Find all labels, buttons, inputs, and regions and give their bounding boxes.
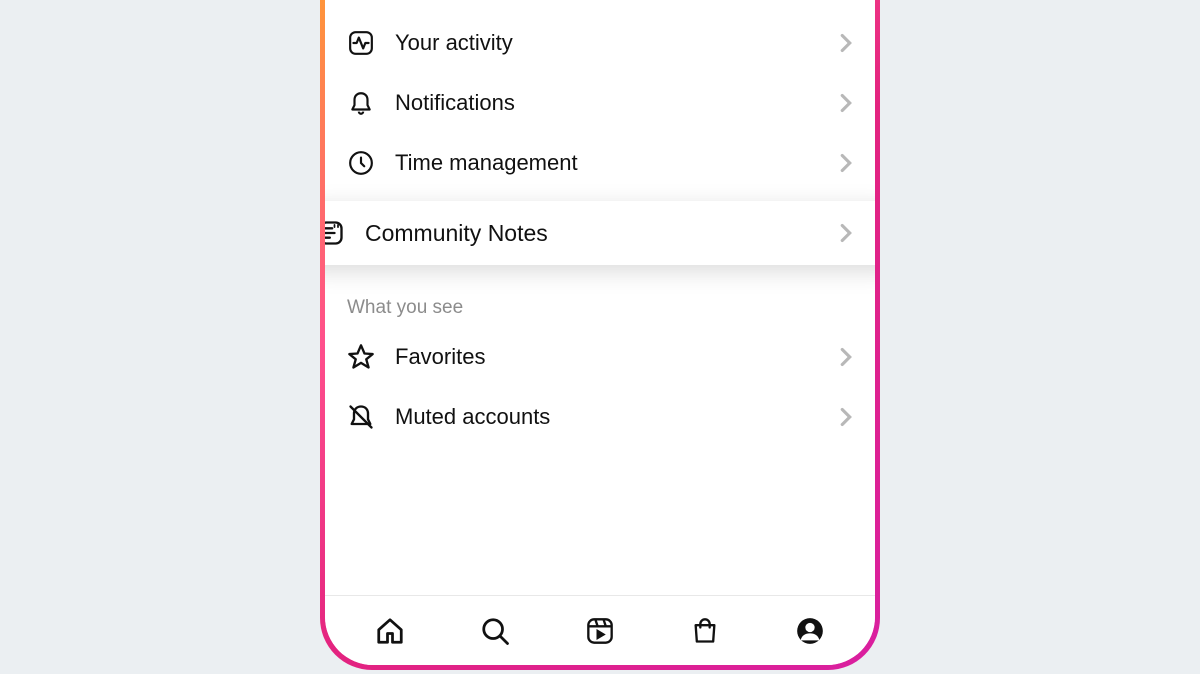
row-label: Community Notes [365, 220, 819, 247]
phone-screen: Archive Your activity [325, 0, 875, 665]
profile-icon [796, 617, 824, 645]
notes-icon [325, 219, 345, 247]
row-label: Your activity [395, 30, 819, 56]
chevron-right-icon [839, 153, 853, 173]
chevron-right-icon [839, 407, 853, 427]
settings-row-community-notes[interactable]: Community Notes [325, 201, 875, 265]
activity-icon [347, 29, 375, 57]
home-icon [375, 616, 405, 646]
nav-profile[interactable] [789, 610, 831, 652]
settings-row-notifications[interactable]: Notifications [325, 73, 875, 133]
nav-home[interactable] [369, 610, 411, 652]
nav-shop[interactable] [684, 610, 726, 652]
chevron-right-icon [839, 93, 853, 113]
muted-icon [347, 403, 375, 431]
reels-icon [586, 617, 614, 645]
row-label: Muted accounts [395, 404, 819, 430]
row-label: Time management [395, 150, 819, 176]
bell-icon [347, 89, 375, 117]
chevron-right-icon [839, 33, 853, 53]
settings-row-muted-accounts[interactable]: Muted accounts [325, 387, 875, 447]
settings-row-activity[interactable]: Your activity [325, 13, 875, 73]
clock-icon [347, 149, 375, 177]
nav-reels[interactable] [579, 610, 621, 652]
settings-row-time-management[interactable]: Time management [325, 133, 875, 193]
bottom-nav [325, 595, 875, 665]
search-icon [480, 616, 510, 646]
row-label: Favorites [395, 344, 819, 370]
section-header-what-you-see: What you see [325, 273, 875, 327]
settings-row-archive[interactable]: Archive [325, 0, 875, 13]
settings-row-favorites[interactable]: Favorites [325, 327, 875, 387]
row-label: Notifications [395, 90, 819, 116]
settings-list: Archive Your activity [325, 0, 875, 447]
highlighted-row-wrap: Community Notes [325, 201, 875, 265]
phone-frame: Archive Your activity [320, 0, 880, 670]
chevron-right-icon [839, 223, 853, 243]
shop-icon [691, 617, 719, 645]
nav-search[interactable] [474, 610, 516, 652]
chevron-right-icon [839, 347, 853, 367]
star-icon [347, 343, 375, 371]
